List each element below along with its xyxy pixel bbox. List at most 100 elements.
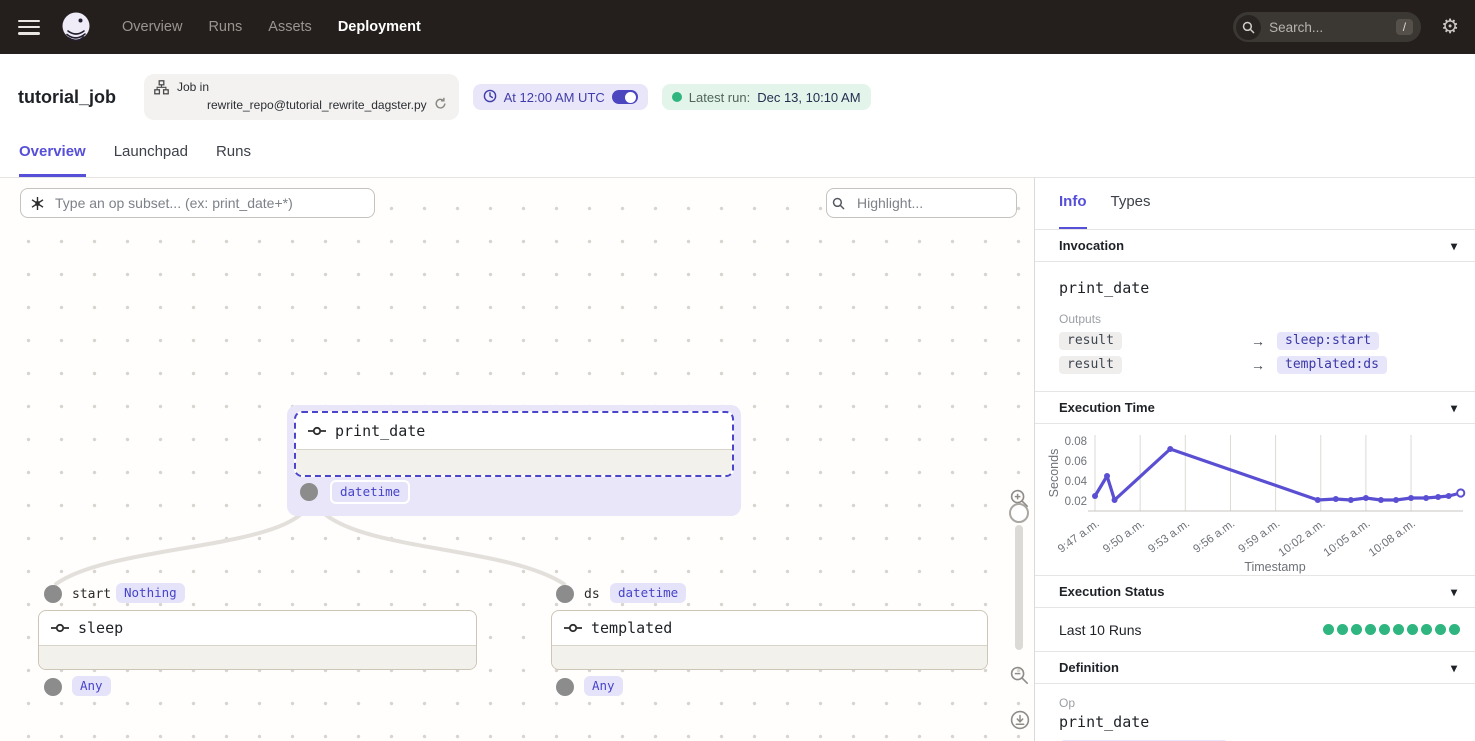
input-port-label: start — [72, 587, 111, 602]
op-node-label: print_date — [335, 422, 425, 440]
chevron-down-icon[interactable]: ▾ — [1451, 239, 1457, 253]
run-dot[interactable] — [1323, 624, 1334, 635]
dagster-logo[interactable] — [58, 9, 94, 45]
svg-text:Timestamp: Timestamp — [1244, 560, 1305, 574]
run-dot[interactable] — [1351, 624, 1362, 635]
nav-item-deployment[interactable]: Deployment — [338, 19, 421, 35]
definition-op-name: print_date — [1059, 713, 1451, 731]
chevron-down-icon[interactable]: ▾ — [1451, 661, 1457, 675]
op-node-sleep[interactable]: sleep — [38, 610, 477, 670]
highlight-search-icon — [832, 197, 845, 215]
type-badge-any[interactable]: Any — [584, 676, 623, 696]
op-icon — [51, 623, 69, 633]
run-dot[interactable] — [1337, 624, 1348, 635]
section-execution-time[interactable]: Execution Time ▾ — [1035, 392, 1475, 424]
latest-run-timestamp: Dec 13, 10:10 AM — [757, 90, 860, 105]
type-badge-datetime[interactable]: datetime — [610, 583, 686, 603]
page-title: tutorial_job — [18, 87, 116, 108]
zoom-slider-track[interactable] — [1015, 525, 1023, 650]
run-status-dot — [672, 92, 682, 102]
nav-item-overview[interactable]: Overview — [122, 19, 182, 35]
output-target-badge[interactable]: templated:ds — [1277, 356, 1387, 374]
op-config-strip — [552, 645, 987, 669]
invocation-op-name: print_date — [1059, 279, 1451, 297]
latest-run-label: Latest run: — [689, 90, 750, 105]
graph-canvas[interactable]: print_date datetime start Nothing sleep … — [0, 178, 1034, 741]
schedule-pill[interactable]: At 12:00 AM UTC — [473, 84, 648, 110]
output-row: result → templated:ds — [1059, 356, 1451, 374]
panel-tab-info[interactable]: Info — [1059, 193, 1087, 229]
search-placeholder: Search... — [1269, 20, 1396, 35]
panel-tab-types[interactable]: Types — [1111, 193, 1151, 229]
line-chart: 9:47 a.m.9:50 a.m.9:53 a.m.9:56 a.m.9:59… — [1047, 427, 1467, 575]
search-input[interactable]: Search... / — [1233, 12, 1421, 42]
output-port[interactable] — [556, 678, 574, 696]
tab-overview[interactable]: Overview — [19, 140, 86, 177]
op-config-strip — [39, 645, 476, 669]
section-definition[interactable]: Definition ▾ — [1035, 652, 1475, 684]
output-row: result → sleep:start — [1059, 332, 1451, 350]
type-badge-any[interactable]: Any — [72, 676, 111, 696]
run-dot[interactable] — [1421, 624, 1432, 635]
op-node-templated[interactable]: templated — [551, 610, 988, 670]
run-dot[interactable] — [1407, 624, 1418, 635]
zoom-out-icon[interactable] — [1010, 666, 1029, 690]
settings-gear-icon[interactable]: ⚙ — [1441, 17, 1459, 37]
op-node-print-date[interactable]: print_date — [294, 411, 734, 477]
section-invocation[interactable]: Invocation ▾ — [1035, 230, 1475, 262]
hamburger-menu-icon[interactable] — [18, 20, 40, 35]
job-header: tutorial_job Job in rewrite_repo@tutoria… — [0, 54, 1475, 140]
search-icon — [1236, 15, 1261, 40]
svg-text:Seconds: Seconds — [1047, 449, 1061, 498]
op-details-panel: Info Types Invocation ▾ print_date Outpu… — [1034, 178, 1475, 741]
type-badge-nothing[interactable]: Nothing — [116, 583, 185, 603]
dagster-logo-icon — [58, 9, 94, 45]
run-dot[interactable] — [1365, 624, 1376, 635]
op-config-strip — [296, 449, 732, 475]
zoom-slider-knob[interactable] — [1009, 503, 1029, 523]
svg-text:9:56 a.m.: 9:56 a.m. — [1191, 518, 1237, 556]
run-dot[interactable] — [1449, 624, 1460, 635]
svg-text:9:53 a.m.: 9:53 a.m. — [1146, 518, 1192, 556]
op-selector-icon — [30, 196, 45, 216]
invocation-body: print_date Outputs result → sleep:start … — [1035, 262, 1475, 392]
chevron-down-icon[interactable]: ▾ — [1451, 585, 1457, 599]
chevron-down-icon[interactable]: ▾ — [1451, 401, 1457, 415]
tab-runs[interactable]: Runs — [216, 140, 251, 177]
nav-item-assets[interactable]: Assets — [268, 19, 312, 35]
definition-body: Op print_date — [1035, 684, 1475, 741]
output-name-badge: result — [1059, 356, 1122, 374]
outputs-label: Outputs — [1059, 312, 1451, 326]
execution-status-row: Last 10 Runs — [1035, 608, 1475, 652]
nav-item-runs[interactable]: Runs — [208, 19, 242, 35]
svg-text:10:08 a.m.: 10:08 a.m. — [1367, 518, 1418, 560]
type-badge-datetime[interactable]: datetime — [330, 480, 410, 504]
run-dot[interactable] — [1379, 624, 1390, 635]
section-title: Execution Time — [1059, 400, 1155, 415]
input-port[interactable] — [556, 585, 574, 603]
reload-icon[interactable] — [434, 97, 447, 113]
output-target-badge[interactable]: sleep:start — [1277, 332, 1379, 350]
latest-run-pill[interactable]: Latest run: Dec 13, 10:10 AM — [662, 84, 871, 110]
section-execution-status[interactable]: Execution Status ▾ — [1035, 576, 1475, 608]
input-port-label: ds — [584, 587, 600, 602]
run-dot[interactable] — [1435, 624, 1446, 635]
job-pill-path: rewrite_repo@tutorial_rewrite_dagster.py — [207, 98, 427, 112]
input-port[interactable] — [44, 585, 62, 603]
reset-view-icon[interactable] — [1010, 710, 1030, 735]
schedule-toggle[interactable] — [612, 90, 638, 104]
clock-icon — [483, 89, 497, 106]
job-location-pill[interactable]: Job in rewrite_repo@tutorial_rewrite_dag… — [144, 74, 459, 120]
svg-text:9:47 a.m.: 9:47 a.m. — [1056, 518, 1102, 556]
job-pill-label: Job in — [177, 80, 447, 94]
svg-text:10:02 a.m.: 10:02 a.m. — [1276, 518, 1327, 560]
arrow-right-icon: → — [1251, 333, 1277, 349]
run-dot[interactable] — [1393, 624, 1404, 635]
svg-text:9:50 a.m.: 9:50 a.m. — [1101, 518, 1147, 556]
tab-launchpad[interactable]: Launchpad — [114, 140, 188, 177]
output-name-badge: result — [1059, 332, 1122, 350]
execution-time-chart: 9:47 a.m.9:50 a.m.9:53 a.m.9:56 a.m.9:59… — [1035, 424, 1475, 576]
output-port[interactable] — [300, 483, 318, 501]
output-port[interactable] — [44, 678, 62, 696]
top-nav: Overview Runs Assets Deployment Search..… — [0, 0, 1475, 54]
